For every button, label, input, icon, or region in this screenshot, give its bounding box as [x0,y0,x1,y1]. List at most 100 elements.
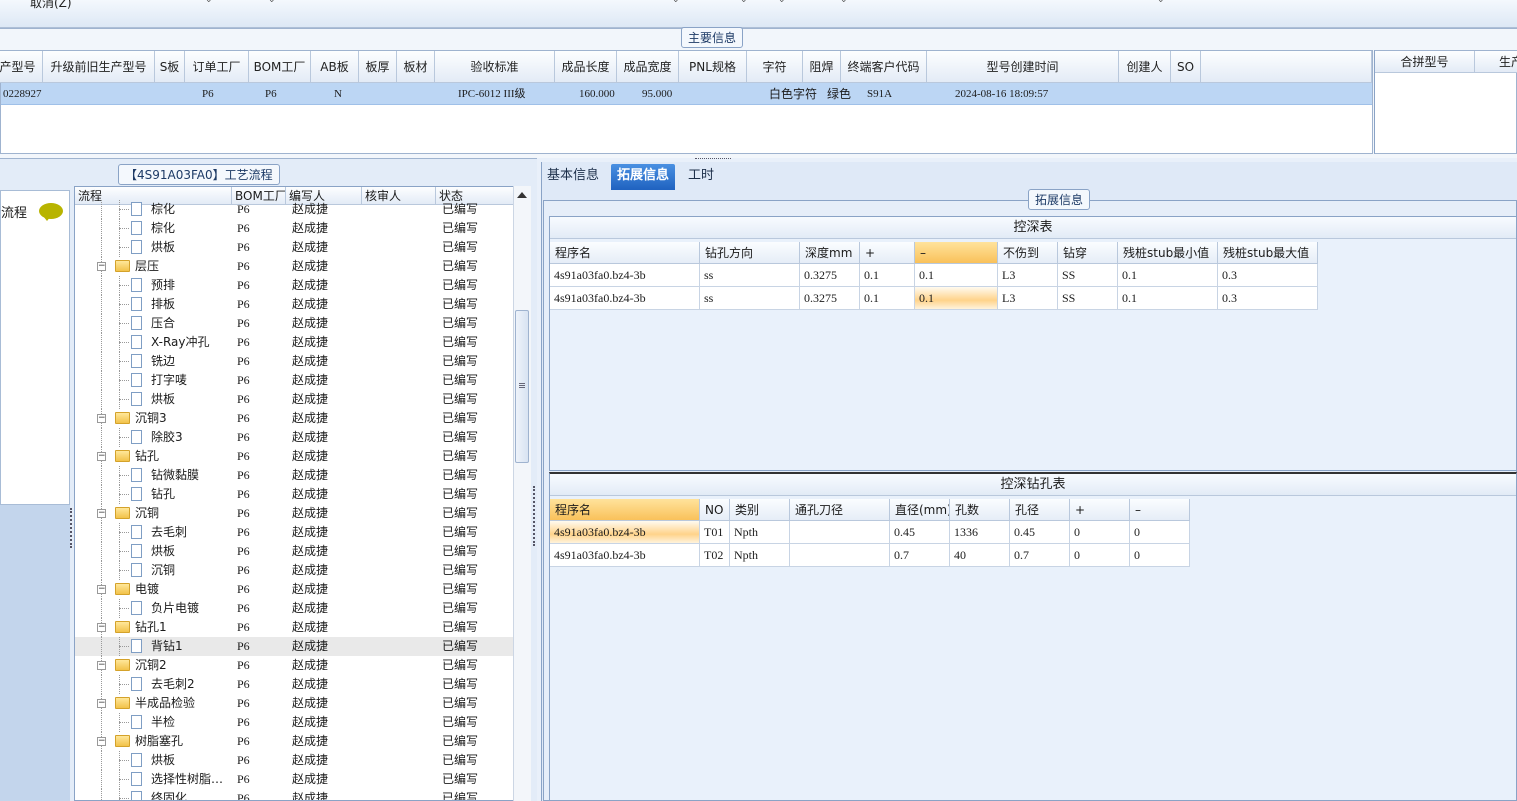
collapse-icon[interactable]: − [97,585,106,594]
tree-row[interactable]: 烘板 P6 赵成捷 已编写 [75,238,515,257]
collapse-icon[interactable]: − [97,452,106,461]
collapse-icon[interactable]: − [97,509,106,518]
no-damage-cell[interactable]: L3 [998,264,1058,287]
category-cell[interactable]: Npth [730,544,790,567]
col-header-stub-min[interactable]: 残桩stub最小值 [1118,242,1218,264]
col-header-hole-size[interactable]: 孔径 [1010,499,1070,521]
no-damage-cell[interactable]: L3 [998,287,1058,310]
tab-work-hours[interactable]: 工时 [682,164,720,190]
dropdown-arrow-icon[interactable]: ⌄ [740,0,748,5]
col-header-char[interactable]: 字符 [747,51,803,83]
tree-row[interactable]: 打字唛 P6 赵成捷 已编写 [75,371,515,390]
col-header-creator[interactable]: 创建人 [1119,51,1171,83]
program-name-cell[interactable]: 4s91a03fa0.bz4-3b [550,264,700,287]
col-header-customer-code[interactable]: 终端客户代码 [841,51,927,83]
tree-row[interactable]: 背钻1 P6 赵成捷 已编写 [75,637,515,656]
col-header-through-hole-tool[interactable]: 通孔刀径 [790,499,890,521]
tree-row[interactable]: 除胶3 P6 赵成捷 已编写 [75,428,515,447]
col-header-tool-no[interactable]: NO [700,499,730,521]
depth-cell[interactable]: 0.3275 [800,287,860,310]
dropdown-arrow-icon[interactable]: ⌄ [672,0,680,5]
stub-max-cell[interactable]: 0.3 [1218,264,1318,287]
diameter-cell[interactable]: 0.7 [890,544,950,567]
tree-row[interactable]: 预排 P6 赵成捷 已编写 [75,276,515,295]
tree-group-row[interactable]: − 钻孔 P6 赵成捷 已编写 [75,447,515,466]
col-header-program-name[interactable]: 程序名 [550,499,700,521]
tree-row[interactable]: 烘板 P6 赵成捷 已编写 [75,542,515,561]
tree-row[interactable]: 终固化 P6 赵成捷 已编写 [75,789,515,800]
panel-splitter-handle[interactable] [533,486,536,546]
tab-extended-info[interactable]: 拓展信息 [611,164,676,190]
col-header-no-damage[interactable]: 不伤到 [998,242,1058,264]
col-header-stub-max[interactable]: 残桩stub最大值 [1218,242,1318,264]
tree-row[interactable]: 烘板 P6 赵成捷 已编写 [75,751,515,770]
hole-size-cell[interactable]: 0.7 [1010,544,1070,567]
collapse-icon[interactable]: − [97,737,106,746]
drill-direction-cell[interactable]: ss [700,264,800,287]
tree-row[interactable]: 钻孔 P6 赵成捷 已编写 [75,485,515,504]
vertical-splitter-handle[interactable] [70,508,73,548]
tree-group-row[interactable]: − 半成品检验 P6 赵成捷 已编写 [75,694,515,713]
collapse-icon[interactable]: − [97,262,106,271]
tree-row[interactable]: 钻微黏膜 P6 赵成捷 已编写 [75,466,515,485]
diameter-cell[interactable]: 0.45 [890,521,950,544]
main-info-row[interactable]: 0228927 P6 P6 N IPC-6012 III级 160.000 95… [1,83,1372,105]
through-hole-tool-cell[interactable] [790,521,890,544]
scrollbar-thumb[interactable] [515,310,529,463]
hole-count-cell[interactable]: 1336 [950,521,1010,544]
horizontal-splitter-handle[interactable] [695,158,731,161]
collapse-icon[interactable]: − [97,661,106,670]
plus-cell[interactable]: 0 [1070,521,1130,544]
tree-group-row[interactable]: − 钻孔1 P6 赵成捷 已编写 [75,618,515,637]
col-header-hole-count[interactable]: 孔数 [950,499,1010,521]
col-header-created-time[interactable]: 型号创建时间 [927,51,1119,83]
process-side-label[interactable]: 流程 [1,202,27,221]
category-cell[interactable]: Npth [730,521,790,544]
col-header-model-no[interactable]: 产型号 [0,51,43,83]
tree-group-row[interactable]: − 树脂塞孔 P6 赵成捷 已编写 [75,732,515,751]
col-header-solder-mask[interactable]: 阻焊 [803,51,841,83]
drill-through-cell[interactable]: SS [1058,264,1118,287]
stub-min-cell[interactable]: 0.1 [1118,287,1218,310]
dropdown-arrow-icon[interactable]: ⌄ [205,0,213,5]
col-header-combined-model[interactable]: 合拼型号 [1375,51,1475,73]
depth-cell[interactable]: 0.3275 [800,264,860,287]
col-header-thickness[interactable]: 板厚 [359,51,397,83]
col-header-depth[interactable]: 深度mm [800,242,860,264]
tree-row[interactable]: 压合 P6 赵成捷 已编写 [75,314,515,333]
tree-group-row[interactable]: − 沉铜2 P6 赵成捷 已编写 [75,656,515,675]
hole-size-cell[interactable]: 0.45 [1010,521,1070,544]
vertical-scrollbar[interactable] [513,186,531,801]
tree-row[interactable]: X-Ray冲孔 P6 赵成捷 已编写 [75,333,515,352]
col-header-pnl-spec[interactable]: PNL规格 [679,51,747,83]
dropdown-arrow-icon[interactable]: ⌄ [268,0,276,5]
stub-max-cell[interactable]: 0.3 [1218,287,1318,310]
plus-cell[interactable]: 0.1 [860,287,915,310]
col-header-category[interactable]: 类别 [730,499,790,521]
through-hole-tool-cell[interactable] [790,544,890,567]
col-header-old-model-no[interactable]: 升级前旧生产型号 [43,51,155,83]
col-header-program-name[interactable]: 程序名 [550,242,700,264]
col-header-order-factory[interactable]: 订单工厂 [185,51,249,83]
col-header-s-board[interactable]: S板 [155,51,185,83]
drill-through-cell[interactable]: SS [1058,287,1118,310]
col-header-length[interactable]: 成品长度 [555,51,617,83]
cancel-button[interactable]: 取消(Z) [30,0,72,11]
program-name-cell[interactable]: 4s91a03fa0.bz4-3b [550,287,700,310]
collapse-icon[interactable]: − [97,623,106,632]
col-header-width[interactable]: 成品宽度 [617,51,679,83]
tree-group-row[interactable]: − 层压 P6 赵成捷 已编写 [75,257,515,276]
col-header-minus[interactable]: – [1130,499,1190,521]
tree-row[interactable]: 烘板 P6 赵成捷 已编写 [75,390,515,409]
tree-row[interactable]: 负片电镀 P6 赵成捷 已编写 [75,599,515,618]
tree-group-row[interactable]: − 电镀 P6 赵成捷 已编写 [75,580,515,599]
tree-row[interactable]: 沉铜 P6 赵成捷 已编写 [75,561,515,580]
program-name-cell[interactable]: 4s91a03fa0.bz4-3b [550,521,700,544]
col-header-bom-factory[interactable]: BOM工厂 [249,51,311,83]
col-header-production[interactable]: 生产 [1475,51,1517,73]
col-header-ab-board[interactable]: AB板 [311,51,359,83]
tool-no-cell[interactable]: T01 [700,521,730,544]
hole-count-cell[interactable]: 40 [950,544,1010,567]
collapse-icon[interactable]: − [97,699,106,708]
tree-group-row[interactable]: − 沉铜3 P6 赵成捷 已编写 [75,409,515,428]
